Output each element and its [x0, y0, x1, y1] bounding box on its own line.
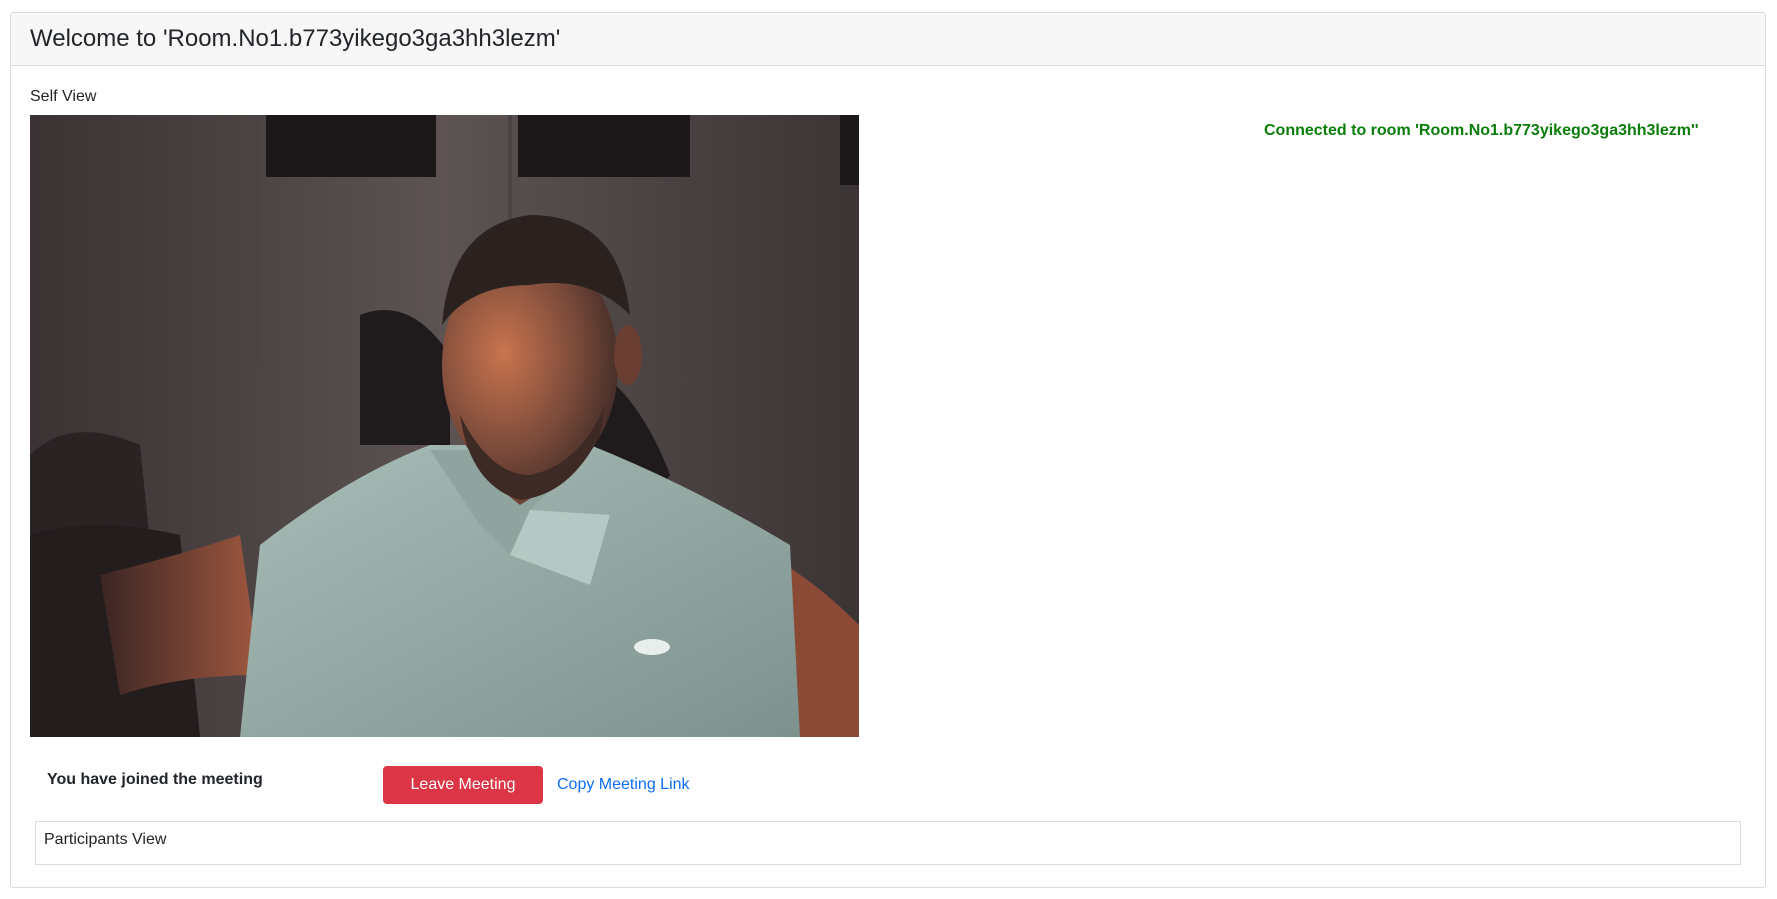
meeting-card: Welcome to 'Room.No1.b773yikego3ga3hh3le… — [10, 12, 1766, 888]
joined-status: You have joined the meeting — [47, 771, 263, 788]
page-title: Welcome to 'Room.No1.b773yikego3ga3hh3le… — [30, 25, 561, 52]
leave-meeting-button[interactable]: Leave Meeting — [383, 766, 543, 804]
connection-status: Connected to room 'Room.No1.b773yikego3g… — [1264, 122, 1699, 139]
participants-view: Participants View — [35, 821, 1741, 865]
camera-feed-image — [30, 115, 859, 737]
card-header: Welcome to 'Room.No1.b773yikego3ga3hh3le… — [11, 13, 1765, 66]
copy-meeting-link[interactable]: Copy Meeting Link — [557, 775, 690, 795]
participants-view-label: Participants View — [44, 831, 167, 848]
self-view-video — [30, 115, 859, 737]
self-view-label: Self View — [30, 88, 97, 105]
